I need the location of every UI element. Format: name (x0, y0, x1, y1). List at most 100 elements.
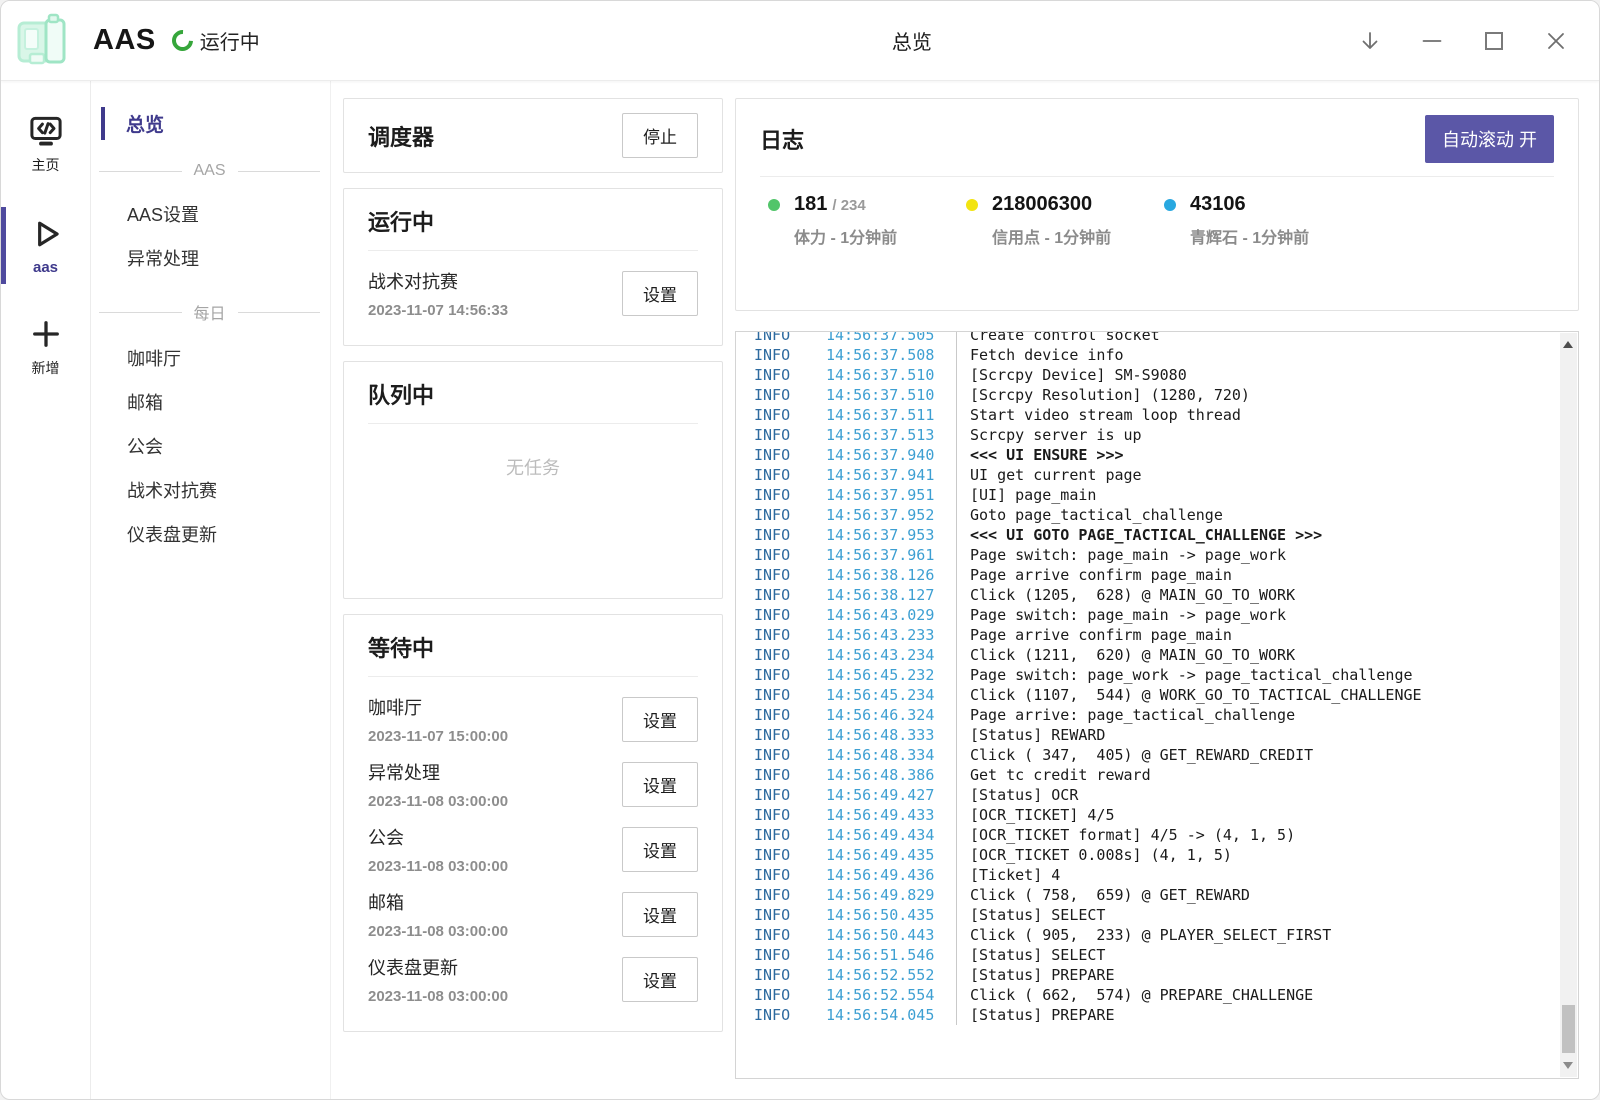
sidebar: 总览 AAS AAS设置 异常处理 每日 咖啡厅 邮箱 公会 战术对抗赛 (91, 81, 331, 1099)
task-name: 异常处理 (368, 759, 508, 785)
log-separator (956, 885, 957, 905)
log-line: INFO 14:56:54.045 [Status] PREPARE (754, 1005, 1559, 1025)
log-message: [Ticket] 4 (970, 865, 1060, 885)
log-separator (956, 965, 957, 985)
sidebar-item[interactable]: 咖啡厅 (91, 336, 330, 380)
waiting-task-row: 邮箱 2023-11-08 03:00:00 设置 (368, 885, 698, 950)
log-message: Click ( 758, 659) @ GET_REWARD (970, 885, 1250, 905)
log-line: INFO 14:56:37.961 Page switch: page_main… (754, 545, 1559, 565)
scroll-up-arrow-icon[interactable] (1563, 341, 1573, 348)
download-icon[interactable] (1357, 28, 1383, 54)
scheduler-card: 调度器 停止 (343, 98, 723, 173)
log-message: [Status] SELECT (970, 945, 1105, 965)
log-line: INFO 14:56:38.127 Click (1205, 628) @ MA… (754, 585, 1559, 605)
log-scroll-area[interactable]: INFO 14:56:37.505 Create control socket … (736, 332, 1559, 1078)
app-name: AAS (93, 24, 156, 57)
log-timestamp: 14:56:43.234 (826, 645, 948, 665)
settings-button[interactable]: 设置 (622, 697, 698, 742)
log-message: Click (1107, 544) @ WORK_GO_TO_TACTICAL_… (970, 685, 1422, 705)
log-separator (956, 645, 957, 665)
log-level: INFO (754, 405, 826, 425)
log-message: Page switch: page_work -> page_tactical_… (970, 665, 1413, 685)
log-message: Page arrive: page_tactical_challenge (970, 705, 1295, 725)
log-message: Page arrive confirm page_main (970, 565, 1232, 585)
stat-dot-icon (966, 199, 978, 211)
scroll-down-arrow-icon[interactable] (1563, 1062, 1573, 1069)
rail-item-aas[interactable]: aas (1, 207, 90, 284)
log-panel[interactable]: INFO 14:56:37.505 Create control socket … (735, 331, 1579, 1079)
sidebar-item[interactable]: 公会 (91, 424, 330, 468)
close-icon[interactable] (1543, 28, 1569, 54)
settings-button[interactable]: 设置 (622, 827, 698, 872)
log-timestamp: 14:56:48.386 (826, 765, 948, 785)
sidebar-item[interactable]: 异常处理 (91, 236, 330, 280)
log-level: INFO (754, 385, 826, 405)
log-level: INFO (754, 965, 826, 985)
maximize-icon[interactable] (1481, 28, 1507, 54)
sidebar-item-overview[interactable]: 总览 (91, 105, 330, 142)
app-window: AAS 运行中 总览 (0, 0, 1600, 1100)
sidebar-item[interactable]: 仪表盘更新 (91, 512, 330, 556)
log-message: [Scrcpy Resolution] (1280, 720) (970, 385, 1250, 405)
rail-item-label: 主页 (32, 155, 60, 175)
sidebar-item[interactable]: AAS设置 (91, 192, 330, 236)
log-level: INFO (754, 345, 826, 365)
log-message: [Status] OCR (970, 785, 1078, 805)
log-timestamp: 14:56:51.546 (826, 945, 948, 965)
settings-button[interactable]: 设置 (622, 762, 698, 807)
running-spinner-icon (167, 26, 197, 56)
divider (760, 176, 1554, 177)
log-timestamp: 14:56:37.510 (826, 385, 948, 405)
autoscroll-toggle-button[interactable]: 自动滚动 开 (1425, 115, 1554, 163)
log-level: INFO (754, 332, 826, 345)
settings-button[interactable]: 设置 (622, 271, 698, 316)
log-line: INFO 14:56:43.233 Page arrive confirm pa… (754, 625, 1559, 645)
log-timestamp: 14:56:45.234 (826, 685, 948, 705)
stat-dot-icon (1164, 199, 1176, 211)
minimize-icon[interactable] (1419, 28, 1445, 54)
log-level: INFO (754, 585, 826, 605)
rail-item-home[interactable]: 主页 (1, 105, 90, 183)
log-separator (956, 905, 957, 925)
stat-dot-icon (768, 199, 780, 211)
stat-value: 218006300 (992, 193, 1092, 216)
task-time: 2023-11-08 03:00:00 (368, 858, 508, 875)
log-line: INFO 14:56:46.324 Page arrive: page_tact… (754, 705, 1559, 725)
sidebar-item[interactable]: 邮箱 (91, 380, 330, 424)
log-level: INFO (754, 905, 826, 925)
scrollbar-thumb[interactable] (1562, 1005, 1575, 1053)
stop-button[interactable]: 停止 (622, 113, 698, 158)
log-level: INFO (754, 485, 826, 505)
log-scrollbar[interactable] (1560, 333, 1577, 1077)
log-timestamp: 14:56:37.951 (826, 485, 948, 505)
log-level: INFO (754, 445, 826, 465)
log-message: [OCR_TICKET] 4/5 (970, 805, 1115, 825)
log-line: INFO 14:56:49.434 [OCR_TICKET format] 4/… (754, 825, 1559, 845)
settings-button[interactable]: 设置 (622, 957, 698, 1002)
log-level: INFO (754, 425, 826, 445)
log-timestamp: 14:56:49.436 (826, 865, 948, 885)
log-separator (956, 545, 957, 565)
log-title: 日志 (760, 123, 804, 155)
log-level: INFO (754, 765, 826, 785)
task-name: 公会 (368, 824, 508, 850)
task-name: 咖啡厅 (368, 694, 508, 720)
sidebar-item[interactable]: 战术对抗赛 (91, 468, 330, 512)
run-status-label: 运行中 (200, 26, 260, 55)
settings-button[interactable]: 设置 (622, 892, 698, 937)
sidebar-section-aas: AAS (99, 162, 320, 180)
log-line: INFO 14:56:49.829 Click ( 758, 659) @ GE… (754, 885, 1559, 905)
log-separator (956, 625, 957, 645)
log-level: INFO (754, 645, 826, 665)
log-separator (956, 365, 957, 385)
log-line: INFO 14:56:45.234 Click (1107, 544) @ WO… (754, 685, 1559, 705)
log-timestamp: 14:56:37.940 (826, 445, 948, 465)
log-line: INFO 14:56:37.953 <<< UI GOTO PAGE_TACTI… (754, 525, 1559, 545)
log-line: INFO 14:56:37.951 [UI] page_main (754, 485, 1559, 505)
log-separator (956, 825, 957, 845)
log-level: INFO (754, 925, 826, 945)
running-title: 运行中 (368, 205, 698, 237)
rail-item-new[interactable]: 新增 (1, 308, 90, 386)
log-message: Get tc credit reward (970, 765, 1151, 785)
log-timestamp: 14:56:37.941 (826, 465, 948, 485)
